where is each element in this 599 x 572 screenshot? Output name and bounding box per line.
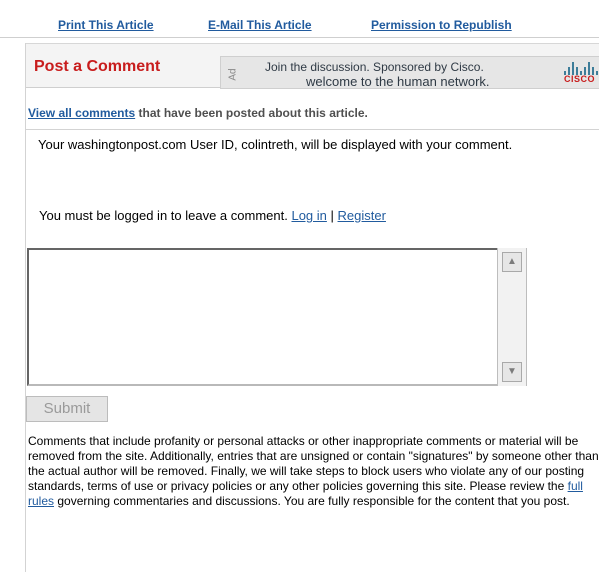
ad-line2: welcome to the human network. — [306, 74, 490, 89]
view-all-comments-suffix: that have been posted about this article… — [138, 106, 368, 120]
cisco-logo-icon: CISCO — [563, 61, 599, 87]
rules-text-before-link: Comments that include profanity or perso… — [28, 434, 599, 493]
sponsor-ad[interactable]: Ad Join the discussion. Sponsored by Cis… — [220, 56, 599, 89]
ad-label: Ad — [227, 67, 239, 81]
email-article-link[interactable]: E-Mail This Article — [208, 18, 312, 32]
submit-button[interactable]: Submit — [26, 396, 108, 422]
post-comment-panel: Post a Comment Ad Join the discussion. S… — [25, 43, 599, 572]
comment-info-box: Your washingtonpost.com User ID, colintr… — [26, 129, 599, 244]
comment-header: Post a Comment Ad Join the discussion. S… — [26, 43, 599, 89]
login-notice: You must be logged in to leave a comment… — [39, 208, 386, 223]
scroll-down-icon[interactable]: ▼ — [502, 362, 522, 382]
login-link[interactable]: Log in — [291, 208, 326, 223]
view-all-comments: View all comments that have been posted … — [28, 106, 368, 120]
login-prefix: You must be logged in to leave a comment… — [39, 208, 288, 223]
scroll-up-icon[interactable]: ▲ — [502, 252, 522, 272]
login-separator: | — [330, 208, 334, 223]
view-all-comments-link[interactable]: View all comments — [28, 106, 135, 120]
print-article-link[interactable]: Print This Article — [58, 18, 154, 32]
permission-republish-link[interactable]: Permission to Republish — [371, 18, 512, 32]
comment-rules: Comments that include profanity or perso… — [28, 434, 599, 509]
comment-textarea-scrollbar[interactable]: ▲ ▼ — [497, 248, 527, 386]
article-actions: Print This Article E-Mail This Article P… — [0, 0, 599, 38]
post-comment-title: Post a Comment — [34, 58, 161, 75]
rules-text-after-link: governing commentaries and discussions. … — [57, 494, 570, 508]
ad-line1: Join the discussion. Sponsored by Cisco. — [265, 60, 484, 74]
register-link[interactable]: Register — [338, 208, 386, 223]
userid-notice: Your washingtonpost.com User ID, colintr… — [38, 137, 513, 152]
comment-textarea[interactable] — [27, 248, 526, 386]
